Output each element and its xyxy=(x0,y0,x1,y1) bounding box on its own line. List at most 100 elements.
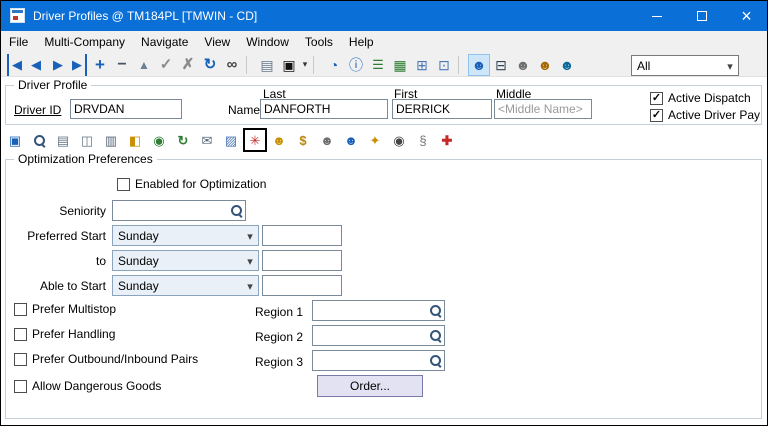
person-icon[interactable]: ☻ xyxy=(341,130,361,150)
paperclip-icon[interactable]: § xyxy=(413,130,433,150)
insert-record-icon[interactable]: ▲ xyxy=(133,54,155,76)
checkbox-box xyxy=(14,303,27,316)
close-button[interactable] xyxy=(724,1,768,31)
able-to-start-time-input[interactable] xyxy=(262,275,342,296)
menu-navigate[interactable]: Navigate xyxy=(133,31,196,53)
magnifier-icon xyxy=(230,204,243,217)
confirm-icon[interactable]: ✓ xyxy=(155,54,177,76)
copy-icon[interactable]: ◫ xyxy=(77,130,97,150)
region1-input[interactable] xyxy=(313,301,426,320)
menu-multi-company[interactable]: Multi-Company xyxy=(36,31,133,53)
cancel-icon[interactable]: ✗ xyxy=(177,54,199,76)
active-driver-pay-checkbox[interactable]: Active Driver Pay xyxy=(650,108,760,122)
books-icon[interactable]: ☰ xyxy=(367,54,389,76)
able-to-start-select[interactable]: Sunday xyxy=(112,275,259,296)
region2-field[interactable] xyxy=(312,325,445,346)
title-bar: Driver Profiles @ TM184PL [TMWIN - CD] xyxy=(1,1,767,31)
ledger-icon[interactable]: ▦ xyxy=(389,54,411,76)
person-search-icon[interactable]: ☻ xyxy=(534,54,556,76)
window-cascade-icon[interactable]: ⊞ xyxy=(411,54,433,76)
checkbox-box xyxy=(650,109,663,122)
driver-profiles-window: Driver Profiles @ TM184PL [TMWIN - CD] F… xyxy=(0,0,768,426)
maximize-button[interactable] xyxy=(679,1,724,31)
document-icon[interactable]: ▤ xyxy=(53,130,73,150)
to-day-select[interactable]: Sunday xyxy=(112,250,259,271)
seniority-field[interactable] xyxy=(112,200,246,221)
optimization-preferences-group: Optimization Preferences Enabled for Opt… xyxy=(5,159,762,419)
nav-first-icon[interactable]: ◀ xyxy=(7,54,25,76)
driver-pay-icon[interactable]: ☻ xyxy=(269,130,289,150)
region2-lookup-button[interactable] xyxy=(426,326,444,345)
prefer-outbound-inbound-checkbox[interactable]: Prefer Outbound/Inbound Pairs xyxy=(14,352,198,366)
delete-record-icon[interactable]: − xyxy=(111,54,133,76)
carrier-people-icon[interactable]: ☻ xyxy=(512,54,534,76)
allow-dangerous-goods-checkbox[interactable]: Allow Dangerous Goods xyxy=(14,379,161,393)
filter-dropdown[interactable]: All xyxy=(631,55,739,76)
window-tile-icon[interactable]: ⊡ xyxy=(433,54,455,76)
region2-input[interactable] xyxy=(313,326,426,345)
active-dispatch-checkbox[interactable]: Active Dispatch xyxy=(650,91,751,105)
enabled-for-optimization-checkbox[interactable]: Enabled for Optimization xyxy=(117,177,266,191)
people-icon[interactable]: ☻ xyxy=(317,130,337,150)
database-icon[interactable]: ◉ xyxy=(149,130,169,150)
checkbox-label: Active Dispatch xyxy=(668,91,751,105)
refresh-icon[interactable]: ↻ xyxy=(199,54,221,76)
preferred-start-select[interactable]: Sunday xyxy=(112,225,259,246)
minimize-button[interactable] xyxy=(634,1,679,31)
checkbox-label: Prefer Handling xyxy=(32,327,115,341)
folder-icon[interactable]: ◧ xyxy=(125,130,145,150)
prefer-multistop-checkbox[interactable]: Prefer Multistop xyxy=(14,302,116,316)
last-name-input[interactable] xyxy=(260,99,388,119)
eye-icon[interactable]: ◉ xyxy=(389,130,409,150)
first-name-input[interactable] xyxy=(392,99,492,119)
menu-window[interactable]: Window xyxy=(238,31,297,53)
region1-lookup-button[interactable] xyxy=(426,301,444,320)
sync-icon[interactable]: ↻ xyxy=(173,130,193,150)
driver-icon[interactable]: ☻ xyxy=(468,54,490,76)
seniority-lookup-button[interactable] xyxy=(227,201,245,220)
nav-next-icon[interactable]: ▶ xyxy=(47,54,69,76)
menu-help[interactable]: Help xyxy=(341,31,382,53)
chart-icon[interactable]: ▨ xyxy=(221,130,241,150)
mail-icon[interactable]: ✉ xyxy=(197,130,217,150)
checkbox-box xyxy=(14,353,27,366)
combo-value: Sunday xyxy=(113,279,242,293)
prefer-handling-checkbox[interactable]: Prefer Handling xyxy=(14,327,115,341)
clock-icon[interactable]: ◔ xyxy=(323,54,345,76)
nav-prev-icon[interactable]: ◀ xyxy=(25,54,47,76)
seniority-input[interactable] xyxy=(113,201,227,220)
region3-field[interactable] xyxy=(312,350,445,371)
workstation-icon[interactable]: ⊟ xyxy=(490,54,512,76)
region3-lookup-button[interactable] xyxy=(426,351,444,370)
nav-last-icon[interactable]: ▶ xyxy=(69,54,87,76)
driver-id-label[interactable]: Driver ID xyxy=(14,103,61,117)
screen-dropdown-icon[interactable]: ▾ xyxy=(300,54,310,76)
key-icon[interactable]: ✦ xyxy=(365,130,385,150)
info-icon[interactable]: ⓘ xyxy=(345,54,367,76)
print-icon[interactable]: ▤ xyxy=(256,54,278,76)
region3-input[interactable] xyxy=(313,351,426,370)
add-record-icon[interactable]: + xyxy=(89,54,111,76)
middle-name-input[interactable] xyxy=(494,99,592,119)
menu-tools[interactable]: Tools xyxy=(297,31,341,53)
notes-icon[interactable]: ▥ xyxy=(101,130,121,150)
order-button[interactable]: Order... xyxy=(317,375,423,397)
region1-field[interactable] xyxy=(312,300,445,321)
toolbar-separator xyxy=(313,56,320,74)
chevron-down-icon xyxy=(242,229,258,243)
screen-icon[interactable]: ▣ xyxy=(278,54,300,76)
chevron-down-icon xyxy=(242,279,258,293)
search-icon[interactable] xyxy=(29,130,49,150)
money-icon[interactable]: $ xyxy=(293,130,313,150)
binoculars-icon[interactable]: ∞ xyxy=(221,54,243,76)
first-aid-icon[interactable]: ✚ xyxy=(437,130,457,150)
preferred-start-time-input[interactable] xyxy=(262,225,342,246)
person-badge-icon[interactable]: ☻ xyxy=(556,54,578,76)
to-time-input[interactable] xyxy=(262,250,342,271)
driver-id-input[interactable] xyxy=(70,99,182,119)
optimization-icon[interactable]: ✳ xyxy=(245,130,265,150)
checkbox-box xyxy=(14,380,27,393)
menu-file[interactable]: File xyxy=(1,31,36,53)
menu-view[interactable]: View xyxy=(196,31,238,53)
save-icon[interactable]: ▣ xyxy=(5,130,25,150)
